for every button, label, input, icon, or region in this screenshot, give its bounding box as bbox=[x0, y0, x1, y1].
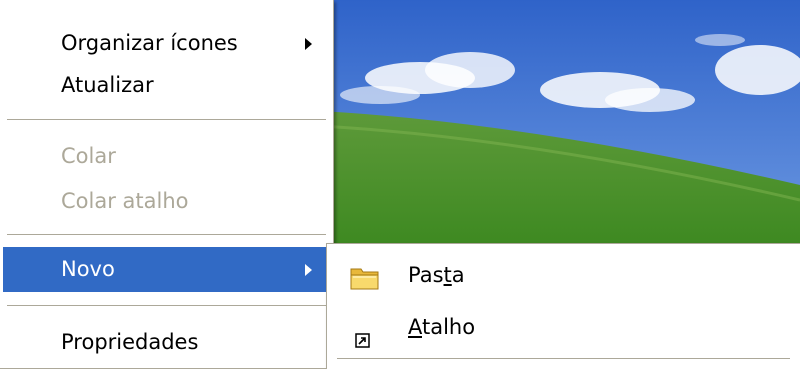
menu-item-colar-atalho[interactable]: Colar atalho bbox=[3, 180, 330, 223]
submenu-item-label: Atalho bbox=[408, 315, 476, 339]
submenu-arrow-icon bbox=[305, 37, 312, 50]
desktop-context-menu: Organizar ícones Atualizar Colar Colar a… bbox=[0, 0, 334, 369]
novo-submenu: Pasta Atalho bbox=[326, 243, 800, 369]
menu-item-atualizar[interactable]: Atualizar bbox=[3, 64, 330, 107]
menu-item-label: Colar bbox=[61, 144, 116, 168]
menu-separator bbox=[7, 305, 326, 306]
menu-item-label: Atualizar bbox=[61, 73, 154, 97]
menu-separator bbox=[337, 358, 790, 359]
submenu-item-atalho[interactable]: Atalho bbox=[330, 305, 797, 349]
submenu-item-pasta[interactable]: Pasta bbox=[330, 253, 797, 297]
submenu-item-label: Pasta bbox=[408, 263, 465, 287]
menu-separator bbox=[7, 119, 326, 120]
menu-item-label: Organizar ícones bbox=[61, 31, 238, 55]
menu-item-colar[interactable]: Colar bbox=[3, 135, 330, 178]
submenu-arrow-icon bbox=[305, 263, 312, 276]
menu-item-novo[interactable]: Novo bbox=[3, 247, 330, 292]
desktop-screen: Organizar ícones Atualizar Colar Colar a… bbox=[0, 0, 800, 369]
menu-item-propriedades[interactable]: Propriedades bbox=[3, 319, 330, 365]
menu-separator bbox=[7, 234, 326, 235]
menu-item-label: Colar atalho bbox=[61, 189, 189, 213]
folder-icon bbox=[350, 262, 380, 306]
menu-item-label: Novo bbox=[61, 257, 115, 281]
menu-item-organizar-icones[interactable]: Organizar ícones bbox=[3, 22, 330, 65]
menu-item-label: Propriedades bbox=[61, 330, 199, 354]
